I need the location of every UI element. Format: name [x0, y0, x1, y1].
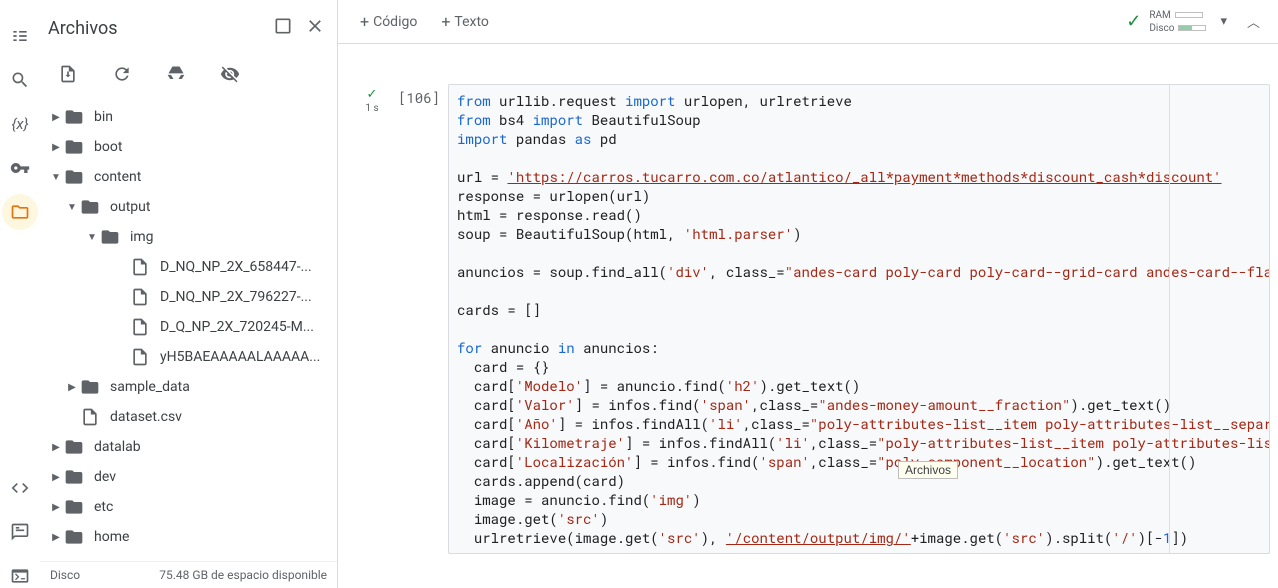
- disk-label: Disco: [50, 568, 80, 582]
- disk-space: 75.48 GB de espacio disponible: [159, 568, 327, 582]
- files-icon[interactable]: [8, 200, 32, 224]
- tree-file-dataset[interactable]: dataset.csv: [40, 402, 337, 432]
- tree-folder-dev[interactable]: ▶ dev: [40, 462, 337, 492]
- tooltip: Archivos: [898, 461, 958, 479]
- folder-icon: [64, 467, 84, 487]
- tree-folder-datalab[interactable]: ▶ datalab: [40, 432, 337, 462]
- tree-file[interactable]: D_Q_NP_2X_720245-M...: [40, 312, 337, 342]
- folder-icon: [64, 167, 84, 187]
- left-rail: {x}: [0, 0, 40, 588]
- tree-folder-content[interactable]: ▼ content: [40, 162, 337, 192]
- folder-icon: [80, 377, 100, 397]
- folder-icon: [80, 197, 100, 217]
- comments-icon[interactable]: [8, 520, 32, 544]
- tree-file[interactable]: D_NQ_NP_2X_796227-...: [40, 282, 337, 312]
- folder-icon: [64, 437, 84, 457]
- terminal-icon[interactable]: [8, 564, 32, 588]
- secrets-icon[interactable]: [8, 156, 32, 180]
- tree-folder-boot[interactable]: ▶ boot: [40, 132, 337, 162]
- exec-count: [106]: [398, 84, 448, 554]
- mount-drive-icon[interactable]: [164, 64, 188, 88]
- tree-folder-bin[interactable]: ▶ bin: [40, 102, 337, 132]
- upload-icon[interactable]: [56, 64, 80, 88]
- connect-dropdown-icon[interactable]: ▾: [1214, 10, 1233, 33]
- tree-folder-home[interactable]: ▶ home: [40, 522, 337, 552]
- tree-file[interactable]: D_NQ_NP_2X_658447-...: [40, 252, 337, 282]
- panel-toolbar: [40, 56, 337, 98]
- hide-icon[interactable]: [218, 64, 242, 88]
- cell-runtime: 1 s: [365, 103, 378, 114]
- file-icon: [130, 347, 150, 367]
- resource-info[interactable]: RAM Disco: [1149, 9, 1206, 35]
- variables-icon[interactable]: {x}: [8, 112, 32, 136]
- folder-icon: [64, 137, 84, 157]
- file-icon: [130, 287, 150, 307]
- folder-icon: [64, 497, 84, 517]
- folder-icon: [64, 527, 84, 547]
- code-cell[interactable]: ✓ 1 s [106] from urllib.request import u…: [346, 84, 1270, 554]
- file-icon: [80, 407, 100, 427]
- file-icon: [130, 257, 150, 277]
- add-code-button[interactable]: +Código: [350, 8, 427, 35]
- files-panel: Archivos ▶ bin ▶ boot ▼ content ▼: [40, 0, 338, 588]
- close-icon[interactable]: [305, 16, 325, 40]
- tree-folder-sampledata[interactable]: ▶ sample_data: [40, 372, 337, 402]
- cell-gutter: ✓ 1 s: [346, 84, 398, 554]
- tree-folder-img[interactable]: ▼ img: [40, 222, 337, 252]
- detach-icon[interactable]: [273, 16, 293, 40]
- tree-file[interactable]: yH5BAEAAAAALAAAAA...: [40, 342, 337, 372]
- cell-area: ✓ 1 s [106] from urllib.request import u…: [338, 44, 1278, 588]
- toc-icon[interactable]: [8, 24, 32, 48]
- add-text-button[interactable]: +Texto: [431, 8, 499, 35]
- collapse-icon[interactable]: ︿: [1241, 8, 1266, 35]
- cell-check-icon: ✓: [367, 88, 378, 101]
- folder-icon: [64, 107, 84, 127]
- refresh-icon[interactable]: [110, 64, 134, 88]
- panel-title: Archivos: [48, 18, 118, 39]
- panel-header: Archivos: [40, 0, 337, 56]
- main-content: +Código +Texto ✓ RAM Disco ▾ ︿ ✓ 1 s [10…: [338, 0, 1278, 588]
- code-icon[interactable]: [8, 476, 32, 500]
- folder-icon: [100, 227, 120, 247]
- tree-folder-etc[interactable]: ▶ etc: [40, 492, 337, 522]
- file-tree: ▶ bin ▶ boot ▼ content ▼ output ▼ img D_…: [40, 98, 337, 561]
- top-toolbar: +Código +Texto ✓ RAM Disco ▾ ︿: [338, 0, 1278, 44]
- tree-folder-output[interactable]: ▼ output: [40, 192, 337, 222]
- code-editor[interactable]: from urllib.request import urlopen, urlr…: [448, 84, 1270, 554]
- check-icon: ✓: [1126, 11, 1141, 32]
- panel-footer: Disco 75.48 GB de espacio disponible: [40, 561, 337, 588]
- search-icon[interactable]: [8, 68, 32, 92]
- file-icon: [130, 317, 150, 337]
